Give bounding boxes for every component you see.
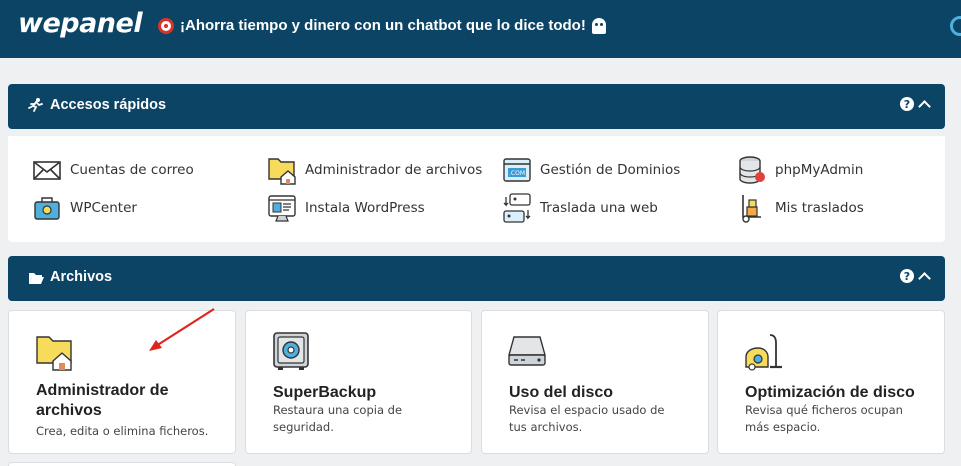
transfer-icon — [503, 193, 531, 223]
card-disk-optimization[interactable]: Optimización de disco Revisa qué fichero… — [717, 310, 945, 454]
quick-item-label: Administrador de archivos — [305, 162, 483, 178]
card-description: Revisa qué ficheros ocupan más espacio. — [745, 403, 903, 434]
quick-item-label: Instala WordPress — [305, 200, 425, 216]
card-title: Uso del disco — [509, 384, 614, 401]
vacuum-icon — [745, 334, 782, 371]
database-icon — [739, 156, 765, 184]
files-section-title: Archivos — [28, 269, 112, 285]
running-icon — [28, 98, 43, 112]
svg-text:.COM: .COM — [509, 170, 525, 177]
quick-item-domains[interactable]: .COM Gestión de Dominios — [502, 155, 680, 185]
envelope-icon — [33, 161, 61, 180]
card-disk-usage[interactable]: Uso del disco Revisa el espacio usado de… — [481, 310, 709, 454]
card-description: Crea, edita o elimina ficheros. — [36, 424, 209, 438]
quick-item-email[interactable]: Cuentas de correo — [32, 155, 194, 185]
quick-item-install-wordpress[interactable]: Instala WordPress — [267, 193, 425, 223]
chevron-up-icon[interactable] — [918, 99, 931, 113]
chevron-up-icon[interactable] — [918, 271, 931, 285]
target-icon — [158, 17, 174, 34]
ghost-icon — [591, 17, 606, 34]
quick-item-wpcenter[interactable]: WPCenter — [32, 193, 137, 223]
quick-item-phpmyadmin[interactable]: phpMyAdmin — [737, 155, 863, 185]
quick-access-panel: Cuentas de correo Administrador de archi… — [8, 136, 945, 242]
domain-com-icon: .COM — [503, 158, 531, 182]
card-description: Revisa el espacio usado de tus archivos. — [509, 403, 665, 434]
wepanel-logo[interactable]: wepanel — [18, 8, 143, 39]
card-title: SuperBackup — [273, 384, 377, 401]
card-title: Administrador de archivos — [36, 382, 169, 419]
help-icon[interactable]: ? — [900, 97, 914, 111]
files-section-label: Archivos — [50, 269, 113, 285]
promo-text: ¡Ahorra tiempo y dinero con un chatbot q… — [180, 17, 586, 34]
quick-access-header[interactable]: Accesos rápidos ? — [8, 84, 945, 129]
hand-truck-icon — [742, 195, 761, 223]
card-description: Restaura una copia de seguridad. — [273, 403, 403, 434]
quick-item-label: Cuentas de correo — [70, 162, 194, 178]
quick-item-label: Gestión de Dominios — [540, 162, 681, 178]
installer-icon — [268, 195, 296, 222]
card-file-manager[interactable]: Administrador de archivos Crea, edita o … — [8, 310, 236, 454]
quick-item-my-transfers[interactable]: Mis traslados — [737, 193, 864, 223]
card-superbackup[interactable]: SuperBackup Restaura una copia de seguri… — [245, 310, 472, 454]
search-icon[interactable] — [950, 16, 961, 36]
quick-access-label: Accesos rápidos — [50, 97, 167, 113]
top-header: wepanel ¡Ahorra tiempo y dinero con un c… — [0, 0, 961, 58]
quick-item-label: phpMyAdmin — [775, 162, 864, 178]
hard-disk-icon — [508, 336, 546, 366]
card-title: Optimización de disco — [745, 384, 915, 401]
quick-item-label: Traslada una web — [540, 200, 658, 216]
toolbox-icon — [34, 197, 60, 220]
help-icon[interactable]: ? — [900, 269, 914, 283]
files-section-header[interactable]: Archivos ? — [8, 256, 945, 301]
folder-home-icon — [36, 336, 72, 371]
folder-home-icon — [268, 158, 296, 185]
quick-item-file-manager[interactable]: Administrador de archivos — [267, 155, 482, 185]
safe-icon — [273, 332, 309, 370]
quick-item-label: Mis traslados — [775, 200, 864, 216]
next-card-partial — [8, 462, 236, 466]
quick-item-transfer-web[interactable]: Traslada una web — [502, 193, 658, 223]
quick-item-label: WPCenter — [70, 200, 137, 216]
folder-open-icon — [29, 272, 44, 284]
promo-banner[interactable]: ¡Ahorra tiempo y dinero con un chatbot q… — [158, 17, 606, 34]
quick-access-title: Accesos rápidos — [28, 97, 166, 113]
